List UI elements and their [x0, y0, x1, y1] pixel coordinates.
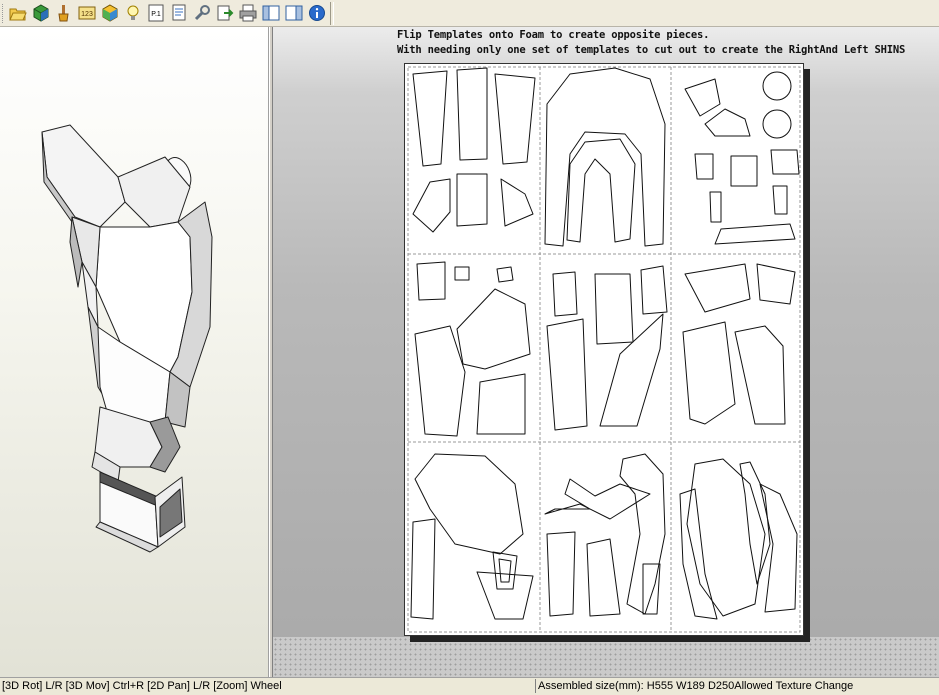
numbered-parts-button[interactable]: 123 — [77, 3, 97, 23]
part-piece — [454, 266, 470, 281]
part-piece — [546, 531, 576, 617]
toolbar-separator — [330, 2, 334, 25]
part-piece — [494, 73, 536, 165]
part-piece — [412, 178, 451, 233]
part-piece — [684, 263, 751, 313]
part-piece — [412, 70, 448, 167]
template-note-line2: With needing only one set of templates t… — [397, 44, 906, 56]
part-piece — [546, 318, 588, 431]
paint-button[interactable] — [54, 3, 74, 23]
3d-shin-model[interactable] — [0, 27, 269, 677]
panel-right-icon — [285, 5, 303, 21]
svg-text:P.1: P.1 — [151, 11, 161, 18]
2d-view-pane[interactable]: Flip Templates onto Foam to create oppos… — [273, 27, 939, 677]
printer-icon — [239, 4, 257, 22]
part-piece — [414, 453, 524, 555]
right-panel-button[interactable] — [284, 3, 304, 23]
template-note-line1: Flip Templates onto Foam to create oppos… — [397, 29, 710, 41]
part-piece — [704, 108, 751, 137]
part-piece — [594, 273, 634, 345]
cube-icon — [33, 4, 49, 22]
part-piece — [599, 313, 664, 427]
part-piece — [734, 325, 786, 425]
part-piece — [544, 478, 651, 520]
part-piece — [476, 571, 534, 620]
part-piece — [640, 265, 668, 315]
part-piece — [456, 288, 531, 370]
texture-cube-icon — [102, 4, 118, 22]
toolbar-grip[interactable] — [2, 4, 6, 23]
part-piece — [684, 78, 721, 117]
unfolded-parts — [407, 66, 801, 633]
page-number-icon: P.1 — [148, 4, 164, 22]
status-bar: [3D Rot] L/R [3D Mov] Ctrl+R [2D Pan] L/… — [0, 677, 939, 695]
open-folder-icon — [9, 8, 27, 21]
settings-button[interactable] — [192, 3, 212, 23]
svg-text:123: 123 — [81, 11, 93, 18]
part-piece — [762, 71, 792, 101]
part-piece — [552, 271, 578, 317]
part-piece — [416, 261, 446, 301]
part-piece — [762, 109, 792, 139]
info-icon — [309, 5, 325, 21]
dotted-background — [273, 637, 939, 677]
part-piece — [709, 191, 722, 223]
wrench-icon — [194, 5, 210, 21]
print-button[interactable] — [238, 3, 258, 23]
part-piece — [410, 518, 436, 620]
numbered-parts-icon: 123 — [78, 6, 96, 20]
part-piece — [414, 325, 466, 437]
part-piece — [496, 266, 514, 283]
export-icon — [217, 5, 234, 21]
part-piece — [544, 67, 666, 247]
toolbar: 123 P.1 — [0, 0, 939, 27]
part-piece — [456, 173, 488, 227]
part-piece — [772, 185, 788, 215]
light-bulb-icon — [127, 5, 139, 20]
part-piece — [679, 488, 718, 620]
part-piece — [694, 153, 714, 180]
status-assembled-size: Assembled size(mm): H555 W189 D250Allowe… — [535, 679, 938, 693]
left-panel-button[interactable] — [261, 3, 281, 23]
part-piece — [730, 155, 758, 187]
part-piece — [682, 321, 736, 425]
part-piece — [566, 138, 636, 243]
part-piece — [770, 149, 800, 175]
page-setup-button[interactable] — [169, 3, 189, 23]
part-piece — [586, 538, 621, 617]
brush-icon — [58, 5, 69, 22]
part-piece — [492, 551, 518, 590]
part-piece — [756, 263, 796, 305]
template-page[interactable] — [404, 63, 804, 636]
panel-left-icon — [262, 5, 280, 21]
page-icon — [172, 4, 186, 21]
about-button[interactable] — [307, 3, 327, 23]
part-piece — [500, 178, 534, 227]
page-number-button[interactable]: P.1 — [146, 3, 166, 23]
3d-model-button[interactable] — [31, 3, 51, 23]
part-piece — [686, 458, 766, 617]
part-piece — [739, 461, 771, 585]
part-piece — [476, 373, 526, 435]
part-piece — [456, 67, 488, 161]
light-button[interactable] — [123, 3, 143, 23]
status-controls: [3D Rot] L/R [3D Mov] Ctrl+R [2D Pan] L/… — [2, 680, 282, 692]
texture-button[interactable] — [100, 3, 120, 23]
3d-view-pane[interactable] — [0, 27, 269, 677]
export-button[interactable] — [215, 3, 235, 23]
part-piece — [714, 223, 796, 245]
open-folder-button[interactable] — [8, 3, 28, 23]
part-piece — [498, 558, 512, 583]
